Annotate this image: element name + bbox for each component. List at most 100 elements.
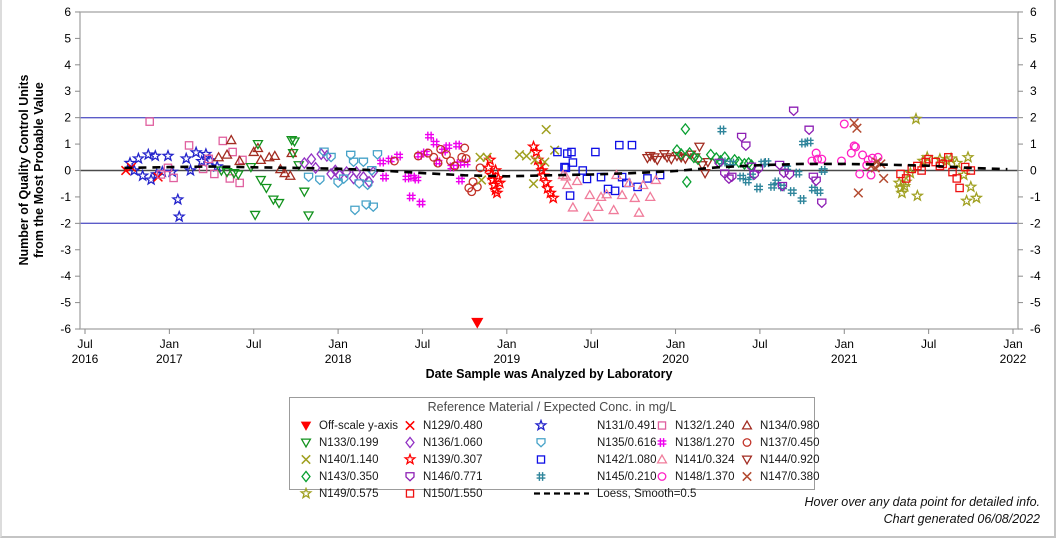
- data-point-N148[interactable]: [839, 119, 849, 129]
- data-point-N140[interactable]: [541, 124, 552, 135]
- data-point-N141[interactable]: [608, 204, 620, 215]
- data-point-N149[interactable]: [959, 193, 974, 207]
- data-point-N141[interactable]: [584, 189, 596, 200]
- data-point-N142[interactable]: [610, 186, 620, 196]
- data-point-N132[interactable]: [184, 141, 194, 150]
- data-point-N146[interactable]: [741, 141, 751, 152]
- data-point-N133[interactable]: [298, 187, 310, 198]
- data-point-N141[interactable]: [582, 211, 595, 222]
- data-point-N138[interactable]: [394, 151, 404, 161]
- data-point-N134[interactable]: [221, 148, 233, 159]
- data-point-N149[interactable]: [909, 111, 923, 125]
- y-tick-label-left: 1: [64, 137, 71, 151]
- data-point-N145[interactable]: [787, 187, 797, 197]
- data-point-N135[interactable]: [358, 157, 369, 168]
- data-point-N137[interactable]: [460, 143, 470, 153]
- data-point-N145[interactable]: [753, 183, 764, 193]
- data-point-N138[interactable]: [379, 172, 390, 182]
- data-point-N141[interactable]: [561, 179, 573, 190]
- data-point-N147[interactable]: [878, 173, 889, 184]
- data-point-N135[interactable]: [315, 175, 325, 186]
- data-point-N145[interactable]: [717, 125, 727, 135]
- data-point-N136[interactable]: [348, 172, 359, 185]
- data-point-N145[interactable]: [797, 195, 807, 205]
- y-tick-label-left: -4: [60, 269, 71, 283]
- data-point-N146[interactable]: [817, 198, 827, 209]
- data-point-N143[interactable]: [729, 153, 740, 167]
- data-point-N138[interactable]: [416, 198, 426, 208]
- data-point-N147[interactable]: [853, 188, 864, 198]
- data-point-N148[interactable]: [866, 170, 876, 180]
- data-point-N149[interactable]: [969, 190, 984, 204]
- data-point-N133[interactable]: [273, 198, 285, 209]
- data-point-N138[interactable]: [406, 192, 416, 202]
- data-point-N134[interactable]: [269, 150, 281, 161]
- data-point-N143[interactable]: [681, 175, 692, 189]
- data-point-N131[interactable]: [171, 192, 185, 206]
- data-point-N140[interactable]: [521, 151, 532, 161]
- y-tick-label-left: 5: [64, 31, 71, 45]
- data-point-N141[interactable]: [567, 201, 579, 212]
- data-point-N132[interactable]: [235, 178, 244, 188]
- data-point-N141[interactable]: [633, 206, 645, 217]
- data-point-N135[interactable]: [303, 172, 314, 183]
- data-point-N135[interactable]: [350, 205, 360, 216]
- data-point-N143[interactable]: [680, 122, 691, 136]
- data-point-N138[interactable]: [402, 173, 412, 183]
- data-point-N149[interactable]: [920, 150, 934, 164]
- data-point-N137[interactable]: [468, 177, 478, 187]
- data-point-N141[interactable]: [629, 192, 641, 203]
- data-point-N142[interactable]: [627, 140, 637, 150]
- data-point-N132[interactable]: [145, 117, 154, 126]
- data-point-N134[interactable]: [255, 154, 267, 165]
- data-point-N141[interactable]: [571, 175, 583, 186]
- data-point-N140[interactable]: [549, 145, 560, 155]
- data-point-N134[interactable]: [212, 151, 225, 162]
- data-point-N145[interactable]: [814, 187, 824, 197]
- off-scale-point[interactable]: [471, 317, 484, 329]
- data-point-N142[interactable]: [582, 174, 592, 184]
- data-point-N133[interactable]: [249, 210, 261, 221]
- data-point-N146[interactable]: [736, 132, 747, 143]
- data-point-N138[interactable]: [377, 157, 387, 167]
- y-tick-label-right: 6: [1030, 5, 1037, 19]
- legend-item-offscale: Off-scale y-axis: [299, 417, 398, 434]
- N146-marker-icon: [405, 472, 415, 482]
- data-point-N131[interactable]: [179, 151, 193, 165]
- data-point-N141[interactable]: [601, 188, 613, 199]
- data-point-N146[interactable]: [804, 125, 814, 136]
- data-point-N134[interactable]: [225, 134, 237, 145]
- data-point-N132[interactable]: [218, 136, 228, 146]
- N149-marker-icon: [299, 487, 313, 500]
- data-point-N146[interactable]: [788, 106, 799, 117]
- data-point-N131[interactable]: [172, 209, 186, 223]
- data-point-N133[interactable]: [260, 183, 273, 194]
- y-axis-title-line2: from the Most Probable Value: [32, 82, 46, 258]
- data-point-N142[interactable]: [591, 147, 600, 157]
- data-point-N150[interactable]: [955, 183, 964, 193]
- data-point-N141[interactable]: [650, 174, 662, 185]
- data-point-N131[interactable]: [161, 148, 175, 162]
- data-point-N149[interactable]: [964, 179, 978, 193]
- data-point-N132[interactable]: [210, 169, 219, 179]
- data-point-N141[interactable]: [644, 191, 656, 202]
- data-point-N138[interactable]: [455, 175, 465, 185]
- data-point-N142[interactable]: [568, 158, 578, 167]
- data-point-N140[interactable]: [528, 178, 539, 189]
- data-point-N142[interactable]: [614, 140, 624, 150]
- legend-label-N148: N148/1.370: [675, 470, 735, 483]
- data-point-N133[interactable]: [255, 175, 267, 186]
- data-point-N140[interactable]: [476, 175, 487, 185]
- data-point-N142[interactable]: [565, 191, 575, 200]
- data-point-N133[interactable]: [302, 211, 315, 222]
- data-point-N149[interactable]: [910, 188, 925, 202]
- y-tick-label-right: -2: [1030, 216, 1041, 230]
- data-point-N144[interactable]: [693, 142, 706, 153]
- x-tick-label-month: Jan: [835, 337, 854, 351]
- data-point-N141[interactable]: [592, 201, 604, 212]
- data-point-N149[interactable]: [961, 150, 975, 164]
- data-point-N142[interactable]: [643, 174, 652, 183]
- data-point-N145[interactable]: [737, 172, 747, 182]
- data-point-N138[interactable]: [424, 131, 434, 141]
- y-tick-label-right: 5: [1030, 31, 1037, 45]
